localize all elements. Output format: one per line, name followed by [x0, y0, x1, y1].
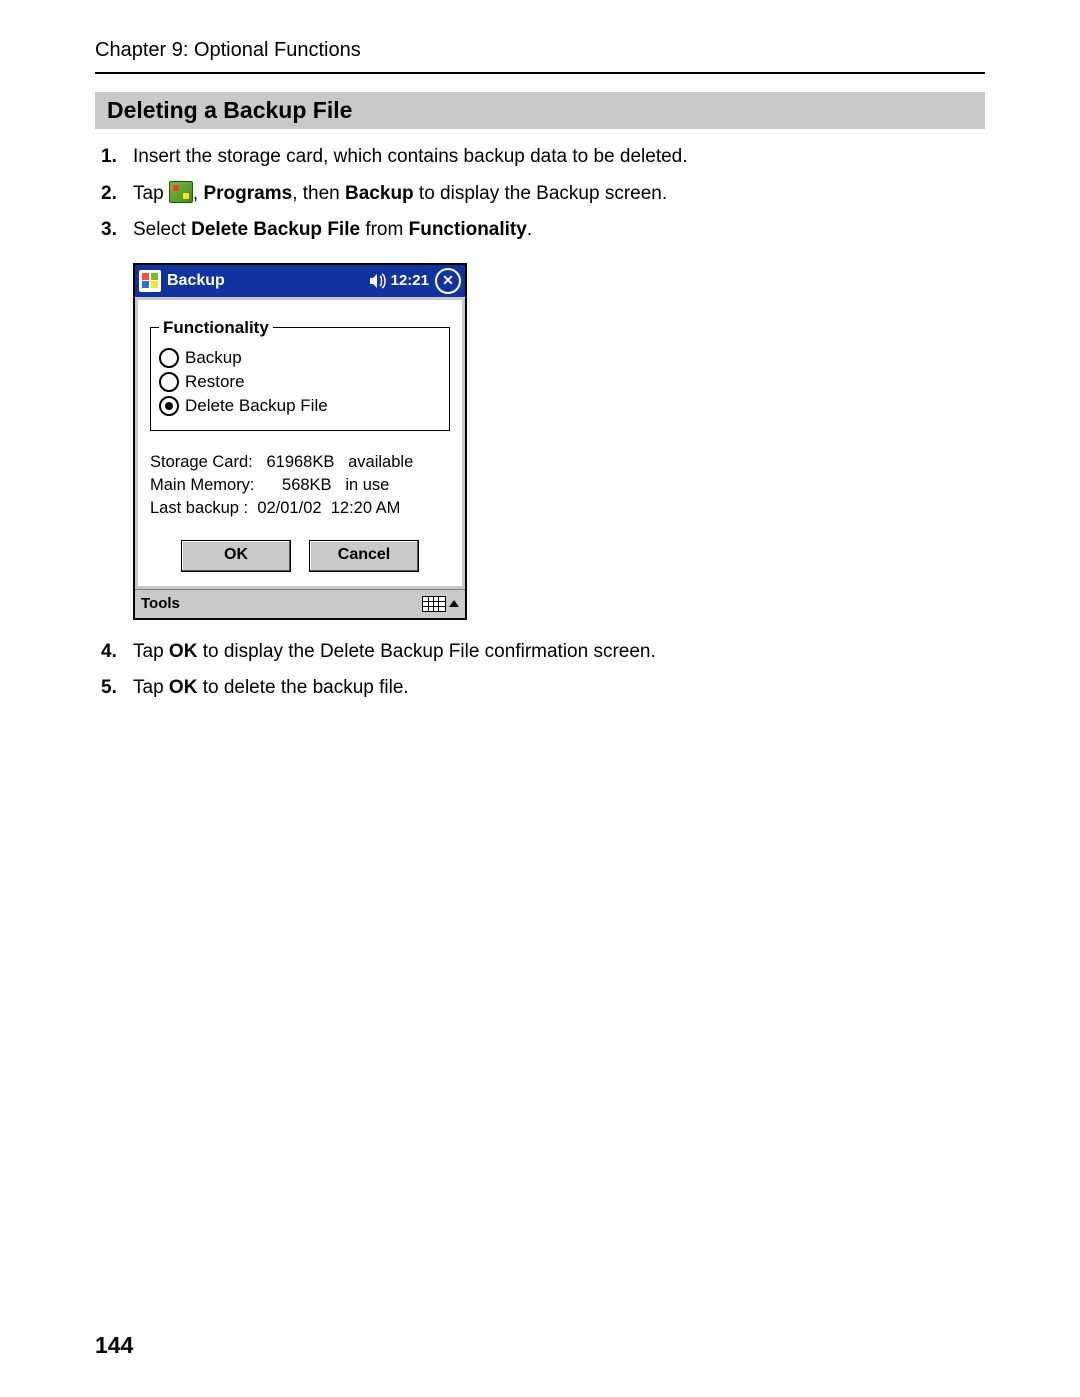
step-bold: Programs	[203, 183, 292, 204]
step-text: Select	[133, 219, 191, 240]
app-title: Backup	[167, 272, 225, 290]
radio-label: Restore	[185, 372, 245, 392]
start-menu-icon[interactable]	[139, 270, 161, 292]
ok-button[interactable]: OK	[181, 540, 291, 572]
step-text: Tap	[133, 183, 169, 204]
radio-delete-backup[interactable]: Delete Backup File	[159, 396, 441, 416]
step-bold: OK	[169, 641, 198, 662]
step-3: 3. Select Delete Backup File from Functi…	[133, 216, 985, 245]
step-bold: Backup	[345, 183, 414, 204]
clock: 12:21	[391, 272, 429, 289]
speaker-icon[interactable]	[369, 273, 387, 289]
step-number: 3.	[101, 216, 117, 245]
device-screenshot: Backup 12:21 ✕ Functionality Backup Rest…	[133, 263, 467, 620]
radio-backup[interactable]: Backup	[159, 348, 441, 368]
step-4: 4. Tap OK to display the Delete Backup F…	[133, 638, 985, 667]
step-5: 5. Tap OK to delete the backup file.	[133, 674, 985, 703]
step-text: ,	[193, 183, 204, 204]
step-2: 2. Tap , Programs, then Backup to displa…	[133, 180, 985, 209]
step-text: .	[527, 219, 532, 240]
step-text: Tap	[133, 641, 169, 662]
divider	[95, 72, 985, 74]
cancel-button[interactable]: Cancel	[309, 540, 419, 572]
keyboard-icon[interactable]	[422, 596, 459, 612]
titlebar: Backup 12:21 ✕	[135, 265, 465, 297]
radio-label: Delete Backup File	[185, 396, 328, 416]
step-number: 4.	[101, 638, 117, 667]
radio-restore[interactable]: Restore	[159, 372, 441, 392]
main-memory-info: Main Memory: 568KB in use	[150, 476, 450, 495]
step-text: to display the Delete Backup File confir…	[197, 641, 655, 662]
section-title: Deleting a Backup File	[95, 92, 985, 129]
fieldset-legend: Functionality	[159, 318, 273, 338]
start-menu-icon	[169, 181, 193, 203]
step-bold: Functionality	[409, 219, 527, 240]
step-number: 2.	[101, 180, 117, 209]
device-body: Functionality Backup Restore Delete Back…	[138, 300, 462, 586]
step-text: from	[360, 219, 409, 240]
step-bold: Delete Backup File	[191, 219, 360, 240]
step-number: 5.	[101, 674, 117, 703]
step-number: 1.	[101, 143, 117, 172]
step-1: 1. Insert the storage card, which contai…	[133, 143, 985, 172]
tools-menu[interactable]: Tools	[141, 595, 180, 612]
radio-icon	[159, 372, 179, 392]
step-bold: OK	[169, 677, 198, 698]
radio-label: Backup	[185, 348, 242, 368]
radio-icon	[159, 348, 179, 368]
radio-icon	[159, 396, 179, 416]
step-text: , then	[292, 183, 345, 204]
close-icon[interactable]: ✕	[435, 268, 461, 294]
step-text: Insert the storage card, which contains …	[133, 146, 688, 167]
step-text: Tap	[133, 677, 169, 698]
chapter-heading: Chapter 9: Optional Functions	[95, 35, 985, 72]
bottom-bar: Tools	[135, 589, 465, 618]
last-backup-info: Last backup : 02/01/02 12:20 AM	[150, 499, 450, 518]
storage-card-info: Storage Card: 61968KB available	[150, 453, 450, 472]
functionality-group: Functionality Backup Restore Delete Back…	[150, 318, 450, 431]
page-number: 144	[95, 1332, 133, 1359]
step-text: to display the Backup screen.	[414, 183, 667, 204]
step-text: to delete the backup file.	[197, 677, 408, 698]
